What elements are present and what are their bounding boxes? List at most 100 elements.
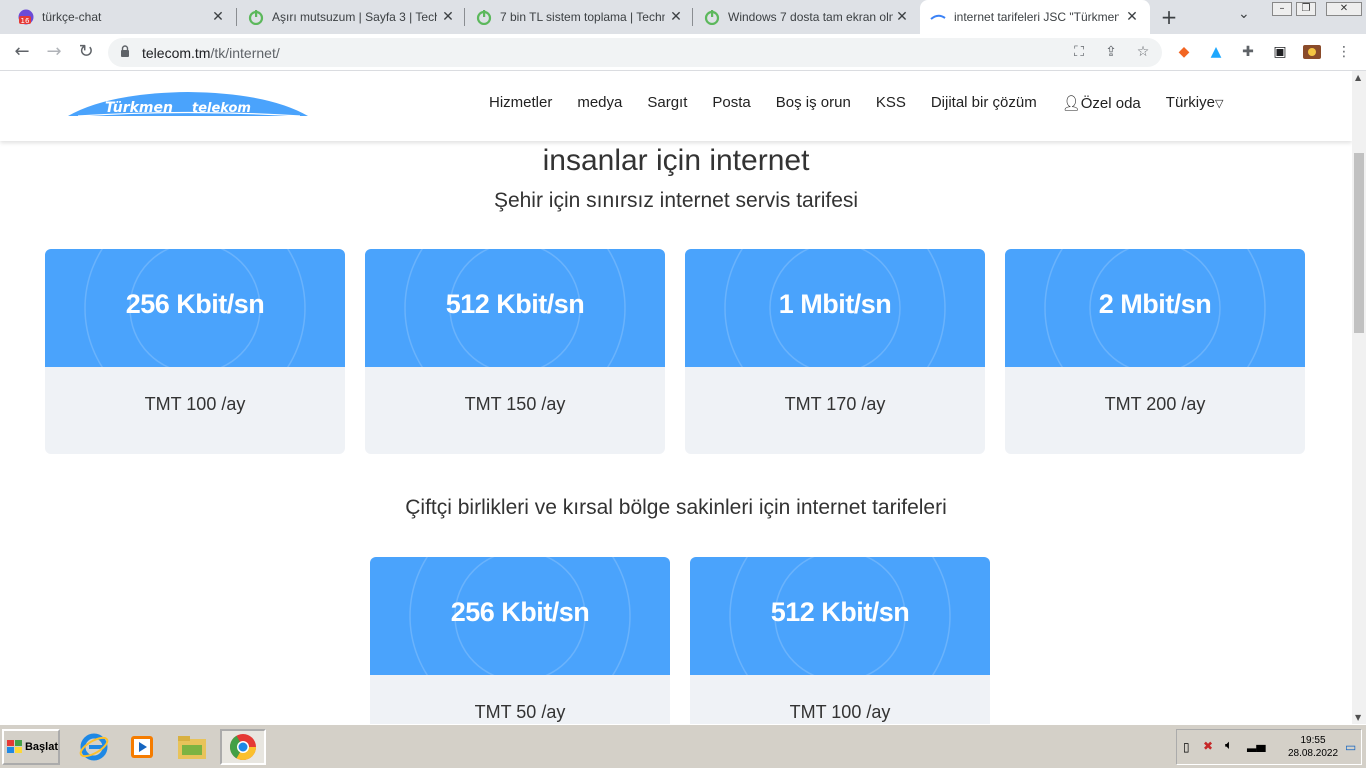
tab-title: Windows 7 dosta tam ekran olmuyor (728, 10, 893, 24)
nav-item-dijital[interactable]: Dijital bir çözüm (931, 94, 1037, 112)
logo-text-turkmen: Türkmen (105, 100, 173, 116)
close-tab-icon[interactable]: ✕ (1124, 9, 1140, 25)
browser-tab-active[interactable]: internet tarifeleri JSC "Türkmentelekom"… (920, 0, 1150, 34)
forward-arrow-icon[interactable]: → (42, 40, 66, 64)
address-bar[interactable]: telecom.tm/tk/internet/ ⛶ ⇪ ☆ (108, 38, 1162, 67)
tariff-card[interactable]: 512 Kbit/sn TMT 100 /ay (690, 557, 990, 724)
tariff-card-header: 256 Kbit/sn (45, 249, 345, 367)
translate-icon[interactable]: ⛶ (1070, 44, 1088, 60)
turkmen-telekom-logo[interactable]: Türkmen telekom (68, 91, 308, 117)
tariff-speed: 1 Mbit/sn (778, 289, 892, 319)
close-window-icon[interactable]: ✕ (1326, 2, 1362, 16)
tab-strip: 16 türkçe-chat ✕ Aşırı mutsuzum | Sayfa … (0, 0, 1366, 34)
tariff-price: TMT 100 /ay (144, 394, 246, 414)
browser-tab[interactable]: Aşırı mutsuzum | Sayfa 3 | Technopat ✕ (238, 0, 466, 34)
tab-divider (236, 8, 237, 26)
close-tab-icon[interactable]: ✕ (440, 9, 456, 25)
side-panel-icon[interactable]: ▣ (1270, 42, 1290, 62)
extensions-puzzle-icon[interactable]: ✚ (1238, 42, 1258, 62)
tariff-speed: 512 Kbit/sn (445, 289, 585, 319)
extension-vpn-icon[interactable]: ▲ (1206, 42, 1226, 62)
file-explorer-icon[interactable] (174, 729, 210, 765)
nav-item-ozel-oda[interactable]: 👤︎Özel oda (1062, 94, 1141, 112)
nav-item-kss[interactable]: KSS (876, 94, 906, 112)
tariff-card[interactable]: 2 Mbit/sn TMT 200 /ay (1005, 249, 1305, 454)
language-select-label: Türkiye (1165, 94, 1215, 111)
chevron-down-icon: ▽ (1214, 98, 1224, 110)
tab-title: 7 bin TL sistem toplama | Technopat (500, 10, 665, 24)
chat-favicon-icon: 16 (18, 9, 34, 25)
tariff-price: TMT 100 /ay (789, 702, 891, 722)
chrome-menu-icon[interactable]: ⋮ (1334, 42, 1354, 62)
nav-item-hizmetler[interactable]: Hizmetler (489, 94, 552, 112)
tariff-card[interactable]: 1 Mbit/sn TMT 170 /ay (685, 249, 985, 454)
start-button[interactable]: Başlat (2, 729, 60, 765)
telekom-favicon-icon (930, 14, 946, 20)
windows-taskbar: Başlat ▯ ✖ 🔈︎ ▂▄ ▭ 19:55 28.08.2022 (0, 724, 1366, 768)
lock-icon (121, 45, 129, 57)
tariff-card-header: 512 Kbit/sn (690, 557, 990, 675)
nav-item-sargit[interactable]: Sargıt (647, 94, 687, 112)
nav-item-posta[interactable]: Posta (712, 94, 750, 112)
internet-explorer-icon[interactable] (76, 729, 112, 765)
tab-search-chevron-icon[interactable]: ⌄ (1238, 6, 1250, 22)
close-tab-icon[interactable]: ✕ (210, 9, 226, 25)
tariff-speed: 256 Kbit/sn (450, 597, 590, 627)
start-button-label: Başlat (24, 741, 58, 753)
bookmark-star-icon[interactable]: ☆ (1134, 44, 1152, 60)
tab-title: Aşırı mutsuzum | Sayfa 3 | Technopat (272, 10, 437, 24)
scroll-down-arrow-icon[interactable]: ▼ (1355, 713, 1361, 722)
browser-tab[interactable]: Windows 7 dosta tam ekran olmuyor ✕ (694, 0, 920, 34)
network-error-icon[interactable]: ✖ (1203, 739, 1213, 753)
site-header: Türkmen telekom Hizmetler medya Sargıt P… (0, 71, 1352, 141)
tab-divider (692, 8, 693, 26)
windows-logo-icon (7, 740, 22, 753)
reload-icon[interactable]: ↻ (74, 40, 98, 64)
media-player-icon[interactable] (124, 729, 160, 765)
tariff-card[interactable]: 256 Kbit/sn TMT 100 /ay (45, 249, 345, 454)
browser-tab[interactable]: 7 bin TL sistem toplama | Technopat ✕ (466, 0, 694, 34)
power-favicon-icon (476, 10, 492, 25)
volume-icon[interactable]: 🔈︎ (1225, 738, 1233, 753)
tab-divider (464, 8, 465, 26)
tariff-card-header: 1 Mbit/sn (685, 249, 985, 367)
page-scrollbar[interactable]: ▲ ▼ (1352, 71, 1366, 724)
nav-item-ozel-oda-label: Özel oda (1080, 95, 1141, 112)
url-path: /tk/internet/ (210, 45, 280, 61)
clock-date: 28.08.2022 (1287, 748, 1339, 759)
scrollbar-thumb[interactable] (1354, 153, 1364, 333)
language-select[interactable]: Türkiye▽ (1166, 94, 1224, 112)
show-desktop-icon[interactable]: ▭ (1345, 740, 1356, 754)
chrome-taskbar-icon[interactable] (220, 729, 266, 765)
restore-window-icon[interactable]: ❐ (1296, 2, 1316, 16)
clock-time: 19:55 (1300, 735, 1326, 746)
signal-bars-icon[interactable]: ▂▄ (1247, 738, 1265, 752)
browser-tab[interactable]: 16 türkçe-chat ✕ (8, 0, 236, 34)
page-title: insanlar için internet (542, 144, 810, 177)
section-title-rural: Çiftçi birlikleri ve kırsal bölge sakinl… (405, 496, 947, 519)
tariff-card[interactable]: 512 Kbit/sn TMT 150 /ay (365, 249, 665, 454)
tariff-card[interactable]: 256 Kbit/sn TMT 50 /ay (370, 557, 670, 724)
tariff-card-header: 2 Mbit/sn (1005, 249, 1305, 367)
nav-item-medya[interactable]: medya (577, 94, 622, 112)
tab-title: türkçe-chat (42, 10, 102, 24)
tariff-card-header: 256 Kbit/sn (370, 557, 670, 675)
minimize-window-icon[interactable]: – (1272, 2, 1292, 16)
back-arrow-icon[interactable]: ← (10, 40, 34, 64)
usb-icon[interactable]: ▯ (1183, 740, 1190, 754)
profile-avatar-icon[interactable] (1302, 42, 1322, 62)
close-tab-icon[interactable]: ✕ (894, 9, 910, 25)
nav-item-bos-is-orun[interactable]: Boş iş orun (776, 94, 851, 112)
tab-title: internet tarifeleri JSC "Türkmentelekom" (954, 10, 1119, 24)
taskbar-clock[interactable]: 19:55 28.08.2022 (1283, 734, 1343, 760)
scroll-up-arrow-icon[interactable]: ▲ (1355, 73, 1361, 82)
power-favicon-icon (704, 10, 720, 25)
extension-fox-icon[interactable]: ◆ (1174, 42, 1194, 62)
share-icon[interactable]: ⇪ (1102, 44, 1120, 60)
tariff-price: TMT 150 /ay (464, 394, 566, 414)
tariff-speed: 2 Mbit/sn (1098, 289, 1212, 319)
close-tab-icon[interactable]: ✕ (668, 9, 684, 25)
tab-badge: 16 (21, 17, 30, 25)
page-viewport: Türkmen telekom Hizmetler medya Sargıt P… (0, 71, 1352, 724)
new-tab-icon[interactable]: + (1158, 5, 1180, 29)
